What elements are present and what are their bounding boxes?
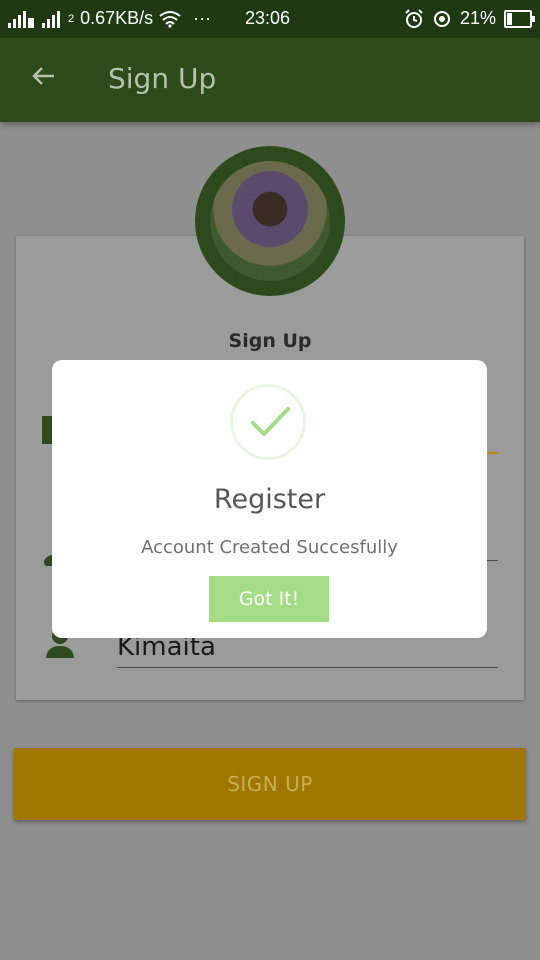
- got-it-button[interactable]: Got It!: [209, 576, 329, 622]
- back-arrow-icon[interactable]: [28, 60, 60, 92]
- success-dialog: Register Account Created Succesfully Got…: [52, 360, 487, 638]
- success-circle: [230, 384, 306, 460]
- status-bar: 2 0.67KB/s ··· 23:06 21%: [0, 0, 540, 38]
- app-bar: Sign Up: [0, 38, 540, 122]
- form-title: Sign Up: [228, 330, 312, 352]
- alarm-icon: [405, 8, 423, 28]
- signal-icon: [42, 10, 60, 28]
- status-right: 21%: [404, 8, 535, 29]
- signal-icon: [8, 10, 34, 28]
- dialog-message: Account Created Succesfully: [141, 537, 398, 558]
- battery-percent: 21%: [459, 8, 496, 28]
- location-icon: [433, 10, 450, 27]
- status-left: 2 0.67KB/s ···: [8, 8, 211, 29]
- dialog-title: Register: [213, 484, 326, 515]
- last-name-field-underline: [117, 667, 498, 668]
- avatar-frame: [195, 146, 345, 296]
- page-title: Sign Up: [108, 62, 217, 95]
- sign-up-button[interactable]: SIGN UP: [14, 748, 526, 820]
- check-icon: [251, 407, 290, 436]
- wifi-icon: [159, 10, 181, 28]
- clock: 23:06: [245, 8, 291, 28]
- network-speed: 0.67KB/s: [80, 8, 154, 28]
- more-indicator: ···: [193, 8, 212, 28]
- sim-label: 2: [68, 12, 75, 25]
- battery-icon: [504, 9, 535, 28]
- avatar[interactable]: [210, 161, 330, 281]
